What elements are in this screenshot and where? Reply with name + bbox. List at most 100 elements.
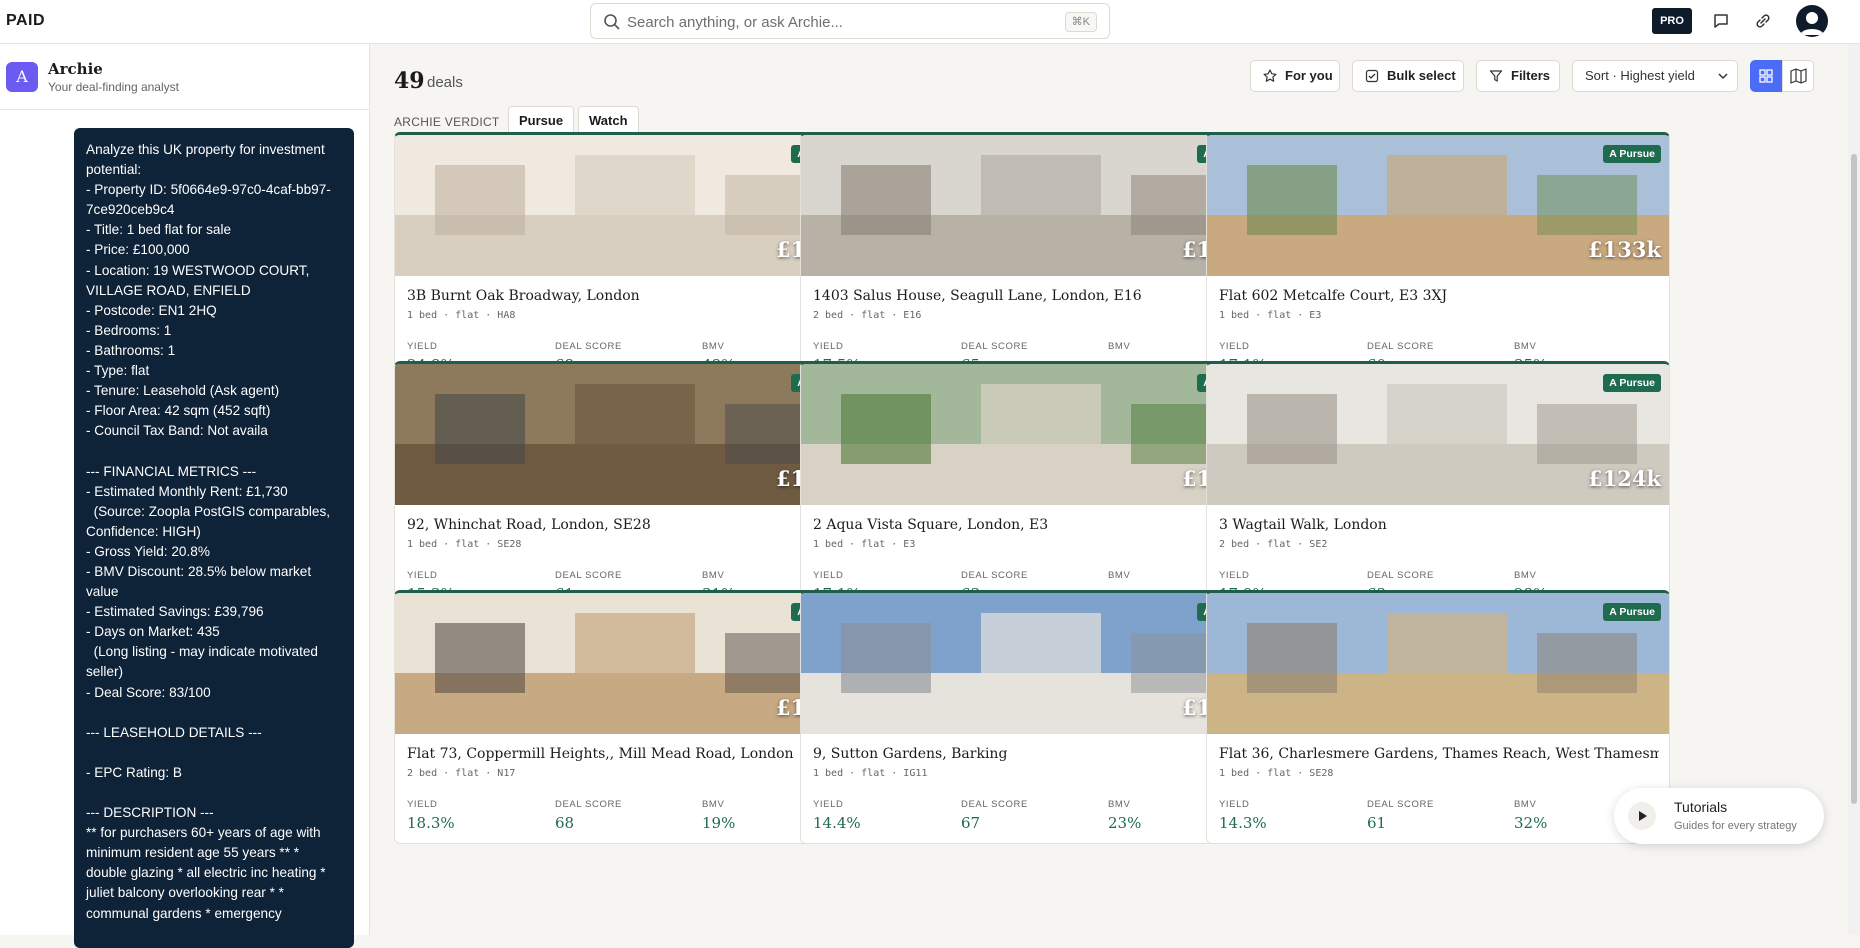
deal-score-label: DEAL SCORE [1367, 341, 1434, 352]
deal-title[interactable]: 1403 Salus House, Seagull Lane, London, … [813, 288, 1253, 304]
archie-sidebar: A Archie Your deal-finding analyst Analy… [0, 44, 370, 948]
grid-view-button[interactable] [1750, 60, 1782, 92]
search-shortcut: ⌘K [1064, 12, 1097, 32]
yield-value: 14.3% [1219, 814, 1267, 832]
bmv-label: BMV [1108, 341, 1131, 352]
link-icon[interactable] [1752, 10, 1774, 32]
bmv-label: BMV [702, 341, 725, 352]
property-photo[interactable]: A Pursue£145k [395, 364, 857, 505]
checkbox-icon [1365, 69, 1379, 83]
bmv-label: BMV [1514, 570, 1537, 581]
deal-title[interactable]: 2 Aqua Vista Square, London, E3 [813, 517, 1253, 533]
yield-label: YIELD [813, 341, 844, 352]
filters-button[interactable]: Filters [1476, 60, 1560, 92]
map-icon [1790, 68, 1807, 84]
pro-badge[interactable]: PRO [1652, 8, 1692, 34]
property-photo[interactable]: A Pursue£116k [395, 135, 857, 276]
app-logo[interactable]: PAID [6, 12, 45, 30]
bmv-label: BMV [702, 570, 725, 581]
deal-meta: 1 bed · flat · SE28 [407, 539, 522, 550]
deal-title[interactable]: 3 Wagtail Walk, London [1219, 517, 1659, 533]
avatar[interactable] [1796, 5, 1828, 37]
chevron-down-icon [1718, 73, 1728, 80]
deal-score-label: DEAL SCORE [961, 570, 1028, 581]
deal-score-label: DEAL SCORE [1367, 799, 1434, 810]
deal-score-label: DEAL SCORE [555, 799, 622, 810]
bmv-label: BMV [1514, 799, 1537, 810]
grid-icon [1759, 69, 1773, 83]
deal-score-value: 68 [555, 814, 575, 832]
chat-icon[interactable] [1710, 10, 1732, 32]
scrollbar-thumb[interactable] [1851, 154, 1857, 804]
deal-score-label: DEAL SCORE [555, 570, 622, 581]
play-icon [1628, 802, 1656, 830]
deal-meta: 1 bed · flat · E3 [813, 539, 916, 550]
deal-card[interactable]: A Pursue£130k 2 Aqua Vista Square, London… [800, 361, 1264, 615]
bulk-select-label: Bulk select [1387, 68, 1456, 83]
property-photo[interactable]: A Pursue£150k [801, 593, 1263, 734]
deal-card[interactable]: A Pursue£144k 1403 Salus House, Seagull L… [800, 132, 1264, 386]
deal-score-label: DEAL SCORE [555, 341, 622, 352]
yield-label: YIELD [407, 570, 438, 581]
tutorials-subtitle: Guides for every strategy [1674, 820, 1797, 832]
deal-meta: 1 bed · flat · IG11 [813, 768, 928, 779]
property-photo[interactable]: A Pursue£144k [801, 135, 1263, 276]
deal-meta: 2 bed · flat · N17 [407, 768, 516, 779]
user-message: Analyze this UK property for investment … [74, 128, 354, 948]
yield-label: YIELD [813, 799, 844, 810]
property-photo[interactable]: A Pursue [1207, 593, 1669, 734]
pursue-badge: A Pursue [1603, 603, 1661, 621]
deal-card[interactable]: A Pursue £124k 3 Wagtail Walk, London 2 bed… [1206, 361, 1670, 615]
tutorials-button[interactable]: Tutorials Guides for every strategy [1614, 788, 1824, 844]
deal-title[interactable]: 92, Whinchat Road, London, SE28 [407, 517, 847, 533]
deal-card[interactable]: A Pursue Flat 36, Charlesmere Gardens, Th… [1206, 590, 1670, 844]
deal-score-value: 67 [961, 814, 981, 832]
bmv-value: 23% [1108, 814, 1142, 832]
deal-count: 49 [394, 68, 425, 94]
deal-title[interactable]: 9, Sutton Gardens, Barking [813, 746, 1253, 762]
sort-select[interactable]: Sort · Highest yield [1572, 60, 1738, 92]
pursue-badge: A Pursue [1603, 145, 1661, 163]
star-icon [1263, 69, 1277, 82]
archie-tagline: Your deal-finding analyst [48, 80, 179, 94]
deal-title[interactable]: Flat 602 Metcalfe Court, E3 3XJ [1219, 288, 1659, 304]
deal-meta: 2 bed · flat · SE2 [1219, 539, 1328, 550]
for-you-button[interactable]: For you [1250, 60, 1340, 92]
deal-score-label: DEAL SCORE [961, 341, 1028, 352]
scrollbar[interactable] [1848, 44, 1860, 935]
yield-label: YIELD [1219, 341, 1250, 352]
search-placeholder: Search anything, or ask Archie... [627, 14, 843, 31]
deal-meta: 1 bed · flat · HA8 [407, 310, 516, 321]
deal-title[interactable]: 3B Burnt Oak Broadway, London [407, 288, 847, 304]
bmv-label: BMV [1514, 341, 1537, 352]
deal-meta: 2 bed · flat · E16 [813, 310, 922, 321]
map-view-button[interactable] [1782, 60, 1814, 92]
deals-main: 49 deals For you Bulk select Filters Sor… [370, 44, 1842, 935]
for-you-label: For you [1285, 68, 1333, 83]
property-photo[interactable]: A Pursue£130k [801, 364, 1263, 505]
deal-title[interactable]: Flat 73, Coppermill Heights,, Mill Mead … [407, 746, 847, 762]
deal-score-label: DEAL SCORE [961, 799, 1028, 810]
bmv-label: BMV [1108, 799, 1131, 810]
deal-card[interactable]: A Pursue£145k 92, Whinchat Road, London, … [394, 361, 858, 615]
deal-title[interactable]: Flat 36, Charlesmere Gardens, Thames Rea… [1219, 746, 1659, 762]
tutorials-title: Tutorials [1674, 799, 1728, 815]
pursue-badge: A Pursue [1603, 374, 1661, 392]
deal-card[interactable]: A Pursue£116k 3B Burnt Oak Broadway, Lond… [394, 132, 858, 386]
verdict-label: ARCHIE VERDICT [394, 115, 500, 129]
archie-name: Archie [48, 60, 103, 78]
deal-card[interactable]: A Pursue £133k Flat 602 Metcalfe Court, E3… [1206, 132, 1670, 386]
user-icon [1800, 12, 1824, 35]
bulk-select-button[interactable]: Bulk select [1352, 60, 1464, 92]
yield-label: YIELD [407, 341, 438, 352]
search-input[interactable]: Search anything, or ask Archie... ⌘K [590, 3, 1110, 39]
yield-value: 18.3% [407, 814, 455, 832]
deal-card[interactable]: A Pursue£120k Flat 73, Coppermill Heights… [394, 590, 858, 844]
yield-label: YIELD [813, 570, 844, 581]
deal-meta: 1 bed · flat · E3 [1219, 310, 1322, 321]
deal-card[interactable]: A Pursue£150k 9, Sutton Gardens, Barking 1… [800, 590, 1264, 844]
property-photo[interactable]: A Pursue£120k [395, 593, 857, 734]
yield-value: 14.4% [813, 814, 861, 832]
property-photo[interactable]: A Pursue £124k [1207, 364, 1669, 505]
property-photo[interactable]: A Pursue £133k [1207, 135, 1669, 276]
